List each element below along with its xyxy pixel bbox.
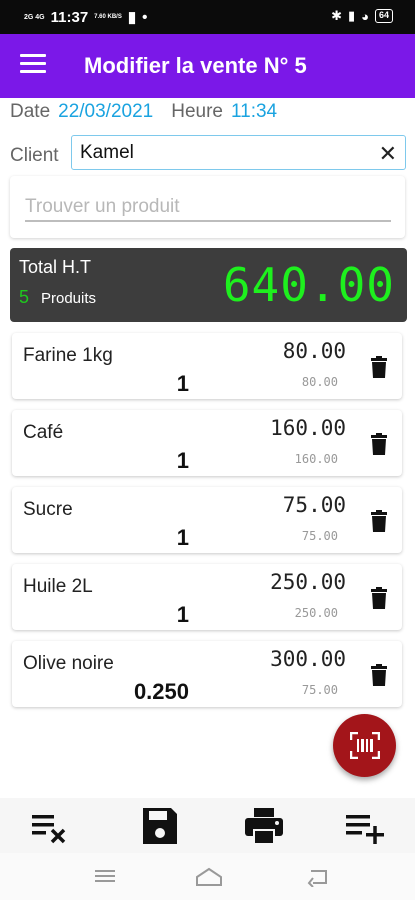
product-quantity[interactable]: 1: [177, 602, 189, 628]
trash-icon[interactable]: [370, 510, 388, 532]
product-name: Huile 2L: [23, 576, 93, 597]
total-panel: Total H.T 5 Produits 640.00: [10, 248, 407, 322]
status-right: ✱ ▮ ◕ 64: [331, 8, 393, 24]
date-label: Date: [10, 101, 51, 122]
total-label: Total H.T: [19, 257, 92, 277]
product-price: 300.00: [270, 647, 346, 671]
status-time: 11:37: [50, 8, 89, 26]
product-quantity[interactable]: 1: [177, 371, 189, 397]
product-unit-price: 250.00: [294, 606, 338, 620]
network-indicator: 2G 4G: [24, 13, 45, 21]
client-value: Kamel: [80, 142, 134, 163]
product-unit-price: 80.00: [301, 375, 338, 389]
product-card[interactable]: Café 1 160.00 160.00: [12, 410, 402, 476]
add-list-icon[interactable]: [344, 806, 386, 846]
client-input[interactable]: Kamel ✕: [71, 135, 406, 170]
clear-list-icon[interactable]: [28, 806, 70, 846]
product-card[interactable]: Farine 1kg 1 80.00 80.00: [12, 333, 402, 399]
product-name: Farine 1kg: [23, 345, 113, 366]
sd-card-icon: ▮: [127, 9, 137, 26]
product-quantity[interactable]: 1: [177, 525, 189, 551]
battery-icon: 64: [374, 9, 393, 23]
vibrate-icon: ▮: [347, 8, 356, 23]
trash-icon[interactable]: [370, 433, 388, 455]
date-time-row: Date 22/03/2021 Heure 11:34: [10, 101, 277, 123]
time-label: Heure: [171, 101, 223, 122]
back-icon[interactable]: [305, 867, 329, 887]
product-card[interactable]: Huile 2L 1 250.00 250.00: [12, 564, 402, 630]
close-icon[interactable]: ✕: [379, 141, 397, 167]
product-price: 75.00: [282, 493, 346, 517]
product-count-label: Produits: [41, 290, 97, 307]
hamburger-menu-icon[interactable]: [20, 54, 46, 76]
product-name: Sucre: [23, 499, 73, 520]
product-price: 80.00: [282, 339, 346, 363]
product-unit-price: 75.00: [301, 683, 338, 697]
time-value[interactable]: 11:34: [231, 101, 277, 123]
trash-icon[interactable]: [370, 664, 388, 686]
print-icon[interactable]: [243, 806, 285, 846]
trash-icon[interactable]: [370, 587, 388, 609]
status-bar: 2G 4G 11:37 7.60 KB/S ▮ • ✱ ▮ ◕ 64: [0, 0, 415, 34]
home-icon[interactable]: [195, 867, 223, 887]
product-price: 160.00: [270, 416, 346, 440]
date-value[interactable]: 22/03/2021: [58, 101, 153, 123]
product-count: 5: [19, 287, 30, 307]
wifi-icon: ◕: [361, 8, 369, 24]
product-unit-price: 160.00: [294, 452, 338, 466]
client-label: Client: [10, 145, 59, 166]
system-nav-bar: [0, 853, 415, 900]
product-name: Café: [23, 422, 64, 443]
trash-icon[interactable]: [370, 356, 388, 378]
dot-icon: •: [142, 8, 148, 26]
product-unit-price: 75.00: [301, 529, 338, 543]
barcode-scan-button[interactable]: [333, 714, 396, 777]
total-amount: 640.00: [222, 258, 395, 312]
product-quantity[interactable]: 0.250: [134, 679, 189, 705]
network-speed: 7.60 KB/S: [94, 14, 122, 20]
page-title: Modifier la vente N° 5: [84, 53, 307, 78]
bottom-toolbar: [0, 798, 415, 853]
barcode-scan-icon: [350, 732, 380, 759]
status-left: 2G 4G 11:37 7.60 KB/S ▮ •: [24, 8, 148, 27]
recent-apps-icon[interactable]: [94, 867, 116, 885]
save-icon[interactable]: [139, 806, 181, 846]
app-bar: Modifier la vente N° 5: [0, 34, 415, 98]
search-card: Trouver un produit: [10, 176, 405, 238]
product-card[interactable]: Sucre 1 75.00 75.00: [12, 487, 402, 553]
product-name: Olive noire: [23, 653, 114, 674]
product-quantity[interactable]: 1: [177, 448, 189, 474]
product-price: 250.00: [270, 570, 346, 594]
product-search-input[interactable]: Trouver un produit: [25, 194, 391, 222]
bluetooth-icon: ✱: [331, 8, 342, 23]
product-card[interactable]: Olive noire 0.250 300.00 75.00: [12, 641, 402, 707]
